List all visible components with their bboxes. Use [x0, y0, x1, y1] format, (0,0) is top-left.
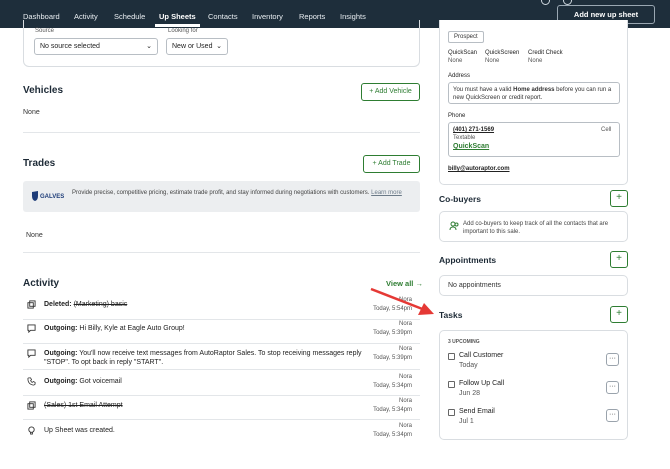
appointments-card: No appointments	[439, 275, 628, 296]
co-buyers-title: Co-buyers	[439, 194, 482, 204]
activity-title: Activity	[23, 278, 60, 289]
phone-box: (401) 271-1569 Cell Textable QuickScan	[448, 122, 620, 157]
galves-logo-text: GALVES	[40, 194, 64, 200]
message-icon	[27, 324, 36, 333]
activity-item[interactable]: Up Sheet was created. Nora Today, 5:34pm	[23, 423, 420, 444]
activity-item[interactable]: (Sales) 1st Email Attempt Nora Today, 5:…	[23, 398, 420, 420]
quickscreen-label: QuickScreen	[485, 50, 520, 56]
phone-type: Cell	[601, 127, 612, 133]
add-task-button[interactable]: +	[610, 306, 628, 323]
activity-item[interactable]: Outgoing: Hi Billy, Kyle at Eagle Auto G…	[23, 321, 420, 344]
looking-for-label: Looking for	[168, 28, 198, 34]
activity-time: Today, 5:39pm	[373, 355, 412, 361]
activity-user: Nora	[398, 321, 412, 327]
source-select[interactable]: No source selected ⌄	[34, 38, 158, 55]
activity-text: Deleted: (Marketing) basic	[44, 301, 128, 308]
galves-learn-more-link[interactable]: Learn more	[371, 190, 402, 196]
add-co-buyer-button[interactable]: +	[610, 190, 628, 207]
divider	[23, 252, 420, 253]
galves-banner: GALVES Provide precise, competitive pric…	[23, 181, 420, 212]
phone-textable: Textable	[453, 135, 476, 141]
quickscan-link[interactable]: QuickScan	[453, 143, 489, 150]
galves-description: Provide precise, competitive pricing, es…	[72, 190, 370, 196]
task-name[interactable]: Follow Up Call	[459, 380, 504, 387]
more-options-button[interactable]: ···	[606, 409, 619, 422]
looking-for-select[interactable]: New or Used ⌄	[166, 38, 228, 55]
task-checkbox[interactable]	[448, 353, 455, 360]
divider	[23, 132, 420, 133]
credit-check-label: Credit Check	[528, 50, 563, 56]
copy-icon	[27, 401, 36, 410]
source-label: Source	[35, 28, 55, 34]
quickscan-label: QuickScan	[448, 50, 478, 56]
activity-item[interactable]: Deleted: (Marketing) basic Nora Today, 5…	[23, 297, 420, 320]
activity-item[interactable]: Outgoing: You'll now receive text messag…	[23, 346, 420, 370]
appointments-title: Appointments	[439, 255, 497, 265]
add-vehicle-button[interactable]: + Add Vehicle	[361, 83, 420, 101]
email-link[interactable]: billy@autoraptor.com	[448, 166, 510, 172]
more-options-button[interactable]: ···	[606, 353, 619, 366]
source-select-value: No source selected	[40, 43, 100, 50]
quickscan-value: None	[448, 58, 463, 64]
phone-number-link[interactable]: (401) 271-1569	[453, 127, 494, 133]
cutoff-section	[23, 463, 83, 469]
task-checkbox[interactable]	[448, 409, 455, 416]
users-icon	[449, 221, 459, 231]
activity-user: Nora	[398, 346, 412, 352]
tasks-title: Tasks	[439, 310, 463, 320]
activity-user: Nora	[398, 374, 412, 380]
status-badge: Prospect	[448, 31, 484, 43]
task-name[interactable]: Call Customer	[459, 352, 503, 359]
trades-title: Trades	[23, 158, 56, 169]
message-icon	[27, 349, 36, 358]
activity-time: Today, 5:39pm	[373, 330, 412, 336]
activity-text: (Sales) 1st Email Attempt	[44, 402, 123, 409]
activity-text: Outgoing: Hi Billy, Kyle at Eagle Auto G…	[44, 325, 185, 332]
co-buyers-card: Add co-buyers to keep track of all the c…	[439, 211, 628, 242]
activity-time: Today, 5:54pm	[373, 306, 412, 312]
lightbulb-icon	[28, 426, 35, 435]
task-item: Call Customer Today ···	[448, 352, 624, 376]
activity-user: Nora	[398, 297, 412, 303]
task-item: Send Email Jul 1 ···	[448, 408, 624, 432]
appointments-empty: No appointments	[448, 282, 501, 289]
activity-user: Nora	[398, 398, 412, 404]
task-name[interactable]: Send Email	[459, 408, 495, 415]
task-item: Follow Up Call Jun 28 ···	[448, 380, 624, 404]
view-all-link[interactable]: View all →	[386, 279, 423, 288]
upcoming-count: 3 UPCOMING	[448, 339, 480, 345]
activity-time: Today, 5:34pm	[373, 383, 412, 389]
search-icon[interactable]	[541, 0, 550, 5]
task-checkbox[interactable]	[448, 381, 455, 388]
galves-text: Provide precise, competitive pricing, es…	[72, 189, 417, 197]
activity-text: Up Sheet was created.	[44, 427, 115, 434]
task-due: Jul 1	[459, 418, 474, 425]
task-due: Jun 28	[459, 390, 481, 397]
activity-item[interactable]: Outgoing: Got voicemail Nora Today, 5:34…	[23, 374, 420, 396]
address-message: You must have a valid Home address befor…	[448, 82, 620, 104]
activity-time: Today, 5:34pm	[373, 432, 412, 438]
activity-time: Today, 5:34pm	[373, 407, 412, 413]
credit-check-value: None	[528, 58, 543, 64]
vehicles-title: Vehicles	[23, 85, 64, 96]
galves-logo: GALVES	[32, 191, 64, 201]
chevron-down-icon: ⌄	[146, 43, 152, 50]
add-trade-button[interactable]: + Add Trade	[363, 155, 420, 173]
phone-icon	[27, 377, 36, 386]
quickscreen-value: None	[485, 58, 500, 64]
more-options-button[interactable]: ···	[606, 381, 619, 394]
activity-text: Outgoing: You'll now receive text messag…	[44, 350, 362, 366]
activity-user: Nora	[398, 423, 412, 429]
activity-text: Outgoing: Got voicemail	[44, 378, 122, 385]
task-due: Today	[459, 362, 478, 369]
chevron-down-icon: ⌄	[216, 43, 222, 50]
co-buyers-text: Add co-buyers to keep track of all the c…	[463, 221, 609, 235]
vehicles-empty: None	[23, 109, 40, 116]
copy-icon	[27, 300, 36, 309]
phone-label: Phone	[448, 113, 466, 119]
looking-for-value: New or Used	[172, 43, 213, 50]
add-appointment-button[interactable]: +	[610, 251, 628, 268]
address-label: Address	[448, 73, 471, 79]
trades-empty: None	[26, 232, 43, 239]
